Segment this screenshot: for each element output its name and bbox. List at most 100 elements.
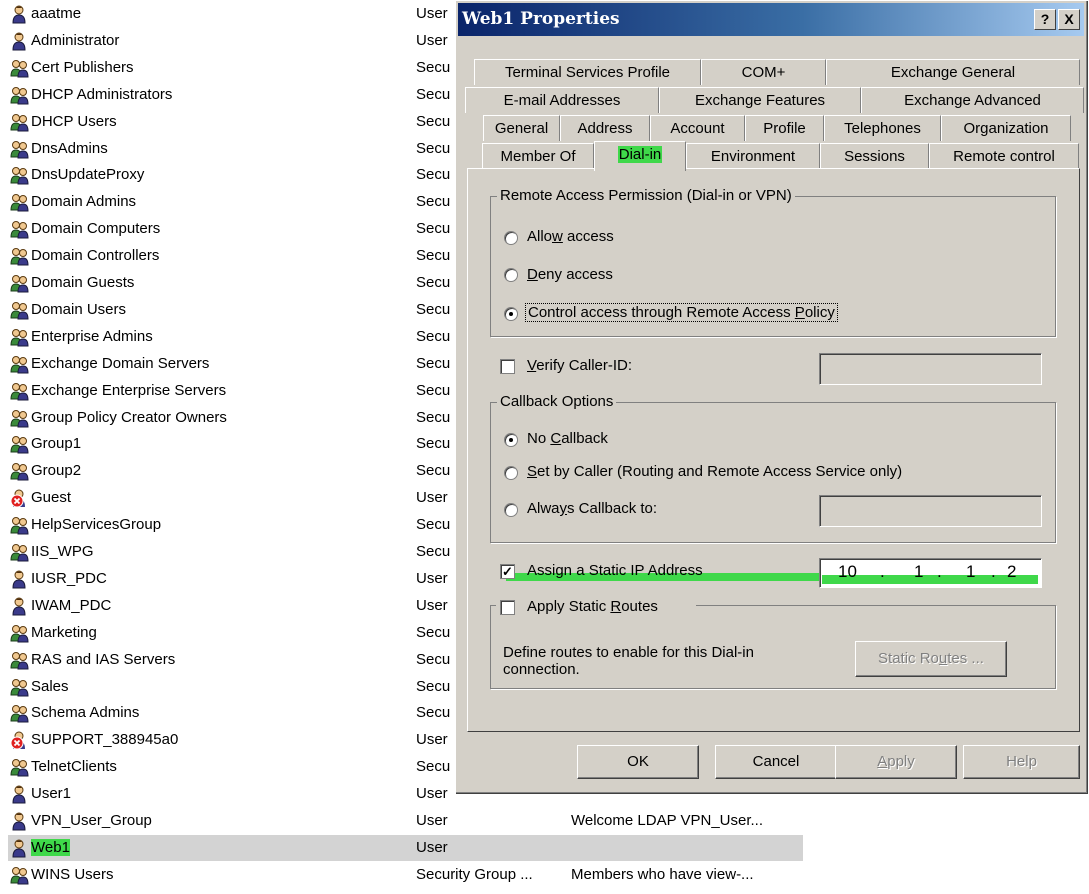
- tab-exchange-advanced[interactable]: Exchange Advanced: [861, 87, 1084, 113]
- allow-access-radio[interactable]: [504, 231, 518, 245]
- user-icon: [10, 570, 29, 589]
- tab-dial-in-label: Dial-in: [617, 146, 663, 163]
- group-icon: [10, 140, 29, 159]
- selection-highlight: [8, 834, 803, 861]
- list-item-type: User: [416, 785, 448, 803]
- callback-options-legend: Callback Options: [497, 393, 617, 410]
- group-icon: [10, 624, 29, 643]
- verify-caller-id-label[interactable]: Verify Caller-ID:: [527, 357, 632, 374]
- list-item-name: Group Policy Creator Owners: [31, 408, 227, 426]
- tab-exchange-general[interactable]: Exchange General: [826, 59, 1080, 85]
- tab-terminal-services-profile[interactable]: Terminal Services Profile: [474, 59, 701, 85]
- group-icon: [10, 543, 29, 562]
- list-item-name: IUSR_PDC: [31, 569, 107, 587]
- cancel-button[interactable]: Cancel: [715, 745, 837, 779]
- control-access-radio[interactable]: [504, 307, 518, 321]
- group-icon: [10, 409, 29, 428]
- routes-description-line2: connection.: [503, 661, 580, 678]
- set-by-caller-label[interactable]: Set by Caller (Routing and Remote Access…: [527, 463, 902, 480]
- list-item-type: Secu: [416, 462, 451, 480]
- apply-static-routes-checkbox[interactable]: [500, 600, 515, 615]
- control-access-label[interactable]: Control access through Remote Access Pol…: [525, 303, 838, 322]
- group-icon: [10, 704, 29, 723]
- tab-organization[interactable]: Organization: [941, 115, 1071, 141]
- caller-id-field: [819, 353, 1042, 385]
- list-item-type: User: [416, 5, 448, 22]
- always-callback-label[interactable]: Always Callback to:: [527, 500, 657, 517]
- list-item-name: Guest: [31, 489, 72, 507]
- list-item-type: User: [416, 731, 448, 749]
- list-item-name: Domain Users: [31, 300, 127, 318]
- list-item-name: Group2: [31, 462, 82, 480]
- list-item[interactable]: WINS Users Security Group ... Members who …: [0, 862, 1089, 889]
- deny-access-radio[interactable]: [504, 268, 518, 282]
- list-item-type: Secu: [416, 408, 451, 426]
- list-item-name: Administrator: [31, 31, 120, 49]
- tab-dial-in[interactable]: Dial-in: [594, 141, 686, 171]
- list-item-name: TelnetClients: [31, 758, 117, 776]
- user-icon: [10, 5, 29, 24]
- deny-access-label[interactable]: Deny access: [527, 266, 613, 283]
- tab-remote-control[interactable]: Remote control: [929, 143, 1079, 169]
- apply-static-routes-label[interactable]: Apply Static Routes: [527, 598, 658, 615]
- list-item-name: IWAM_PDC: [31, 596, 112, 614]
- list-item-description: Members who have view-...: [571, 865, 754, 883]
- ip-octet-1: 10: [838, 562, 857, 581]
- list-item-name: DnsUpdateProxy: [31, 166, 145, 184]
- remote-access-legend: Remote Access Permission (Dial-in or VPN…: [497, 187, 795, 204]
- ip-octet-2: 1: [914, 562, 924, 581]
- list-item-type: Secu: [416, 650, 451, 668]
- list-item[interactable]: VPN_User_Group User Welcome LDAP VPN_User.…: [0, 808, 1089, 835]
- tab-member-of[interactable]: Member Of: [482, 143, 594, 169]
- dial-in-panel: Remote Access Permission (Dial-in or VPN…: [467, 168, 1080, 732]
- list-item-type: Secu: [416, 166, 451, 184]
- callback-number-field: [819, 495, 1042, 527]
- tab-account[interactable]: Account: [650, 115, 745, 141]
- verify-caller-id-checkbox[interactable]: [500, 359, 515, 374]
- tab-sessions[interactable]: Sessions: [820, 143, 929, 169]
- disabled-user-icon: [10, 489, 29, 508]
- assign-static-ip-label[interactable]: Assign a Static IP Address: [527, 562, 703, 579]
- list-item-name: Sales: [31, 677, 69, 695]
- set-by-caller-radio[interactable]: [504, 466, 518, 480]
- list-item-selected[interactable]: Web1 User: [0, 834, 1089, 862]
- list-item-name: Marketing: [31, 623, 97, 641]
- always-callback-radio[interactable]: [504, 503, 518, 517]
- allow-access-label[interactable]: Allow access: [527, 228, 614, 245]
- tab-telephones[interactable]: Telephones: [824, 115, 941, 141]
- list-item-type: User: [416, 838, 448, 856]
- tab-environment[interactable]: Environment: [686, 143, 820, 169]
- group-icon: [10, 220, 29, 239]
- static-routes-button[interactable]: Static Routes ...: [855, 641, 1007, 677]
- no-callback-label[interactable]: No Callback: [527, 430, 608, 447]
- tab-exchange-features[interactable]: Exchange Features: [659, 87, 861, 113]
- tab-profile[interactable]: Profile: [745, 115, 824, 141]
- help-button[interactable]: ?: [1034, 9, 1056, 30]
- dialog-title: Web1 Properties: [462, 9, 620, 29]
- close-button[interactable]: X: [1058, 9, 1080, 30]
- group-icon: [10, 193, 29, 212]
- tab-com-plus[interactable]: COM+: [701, 59, 826, 85]
- list-item-type: Secu: [416, 758, 451, 776]
- static-ip-field[interactable]: 10 . 1 . 1 . 2: [819, 558, 1042, 588]
- group-icon: [10, 274, 29, 293]
- dialog-titlebar[interactable]: Web1 Properties ? X: [458, 3, 1084, 36]
- tab-general[interactable]: General: [483, 115, 560, 141]
- list-item-name: DnsAdmins: [31, 139, 108, 157]
- group-icon: [10, 247, 29, 266]
- list-item-name: Schema Admins: [31, 704, 140, 722]
- tab-address[interactable]: Address: [560, 115, 650, 141]
- list-item-type: Secu: [416, 677, 451, 695]
- list-item-name: Exchange Domain Servers: [31, 354, 210, 372]
- list-item-type: Secu: [416, 274, 451, 291]
- ip-dot-2: .: [937, 562, 942, 581]
- group-icon: [10, 113, 29, 132]
- no-callback-radio[interactable]: [504, 433, 518, 447]
- apply-button[interactable]: Apply: [835, 745, 957, 779]
- group-icon: [10, 328, 29, 347]
- tab-email-addresses[interactable]: E-mail Addresses: [465, 87, 659, 113]
- help-bottom-button[interactable]: Help: [963, 745, 1080, 779]
- assign-static-ip-checkbox[interactable]: ✓: [500, 564, 515, 579]
- list-item-type: Secu: [416, 704, 451, 722]
- ok-button[interactable]: OK: [577, 745, 699, 779]
